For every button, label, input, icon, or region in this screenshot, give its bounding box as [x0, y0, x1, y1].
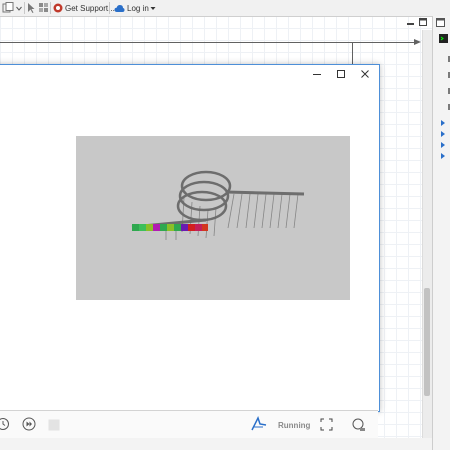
minimize-icon[interactable] [306, 65, 328, 83]
scrollbar-thumb[interactable] [424, 288, 430, 396]
camera-icon[interactable] [352, 418, 366, 434]
step-icon[interactable] [22, 417, 36, 433]
get-support-label: Get Support... [65, 3, 115, 13]
status-strip [0, 438, 432, 450]
main-toolbar: Get Support... Log in [0, 0, 450, 17]
right-side-panel [432, 16, 450, 450]
panel-window-icon[interactable] [436, 18, 446, 30]
run-mode-icon[interactable] [250, 416, 268, 434]
login-label: Log in [127, 3, 149, 13]
pointer-icon[interactable] [26, 2, 36, 14]
minimize-panel-icon[interactable] [407, 18, 415, 28]
fullscreen-icon[interactable] [320, 418, 333, 433]
expand-arrow-icon[interactable] [441, 142, 445, 148]
support-icon [53, 3, 63, 13]
stop-icon[interactable] [48, 419, 60, 433]
connector-arrowhead [414, 39, 421, 45]
expand-arrow-icon[interactable] [441, 131, 445, 137]
toolbar-divider [24, 2, 25, 14]
cloud-icon [114, 4, 125, 12]
maximize-panel-icon[interactable] [419, 18, 428, 29]
maximize-icon[interactable] [330, 65, 352, 83]
cube-row [132, 224, 208, 231]
get-support-button[interactable]: Get Support... [53, 2, 115, 14]
console-icon[interactable] [439, 34, 449, 46]
grid-tool-icon[interactable] [38, 2, 50, 14]
toolbar-divider [109, 2, 110, 14]
connector-line-vertical[interactable] [352, 42, 353, 66]
close-icon[interactable] [354, 65, 376, 83]
scene-render [131, 170, 305, 240]
copy-icon[interactable] [2, 2, 16, 14]
expand-arrow-icon[interactable] [441, 120, 445, 126]
chevron-down-icon[interactable] [150, 2, 156, 14]
run-status-label: Running [278, 421, 311, 430]
expand-arrow-icon[interactable] [441, 153, 445, 159]
spiral-track [131, 170, 305, 229]
chevron-down-icon[interactable] [16, 2, 22, 14]
simulation-viewport[interactable] [76, 136, 350, 300]
reset-icon[interactable] [0, 417, 12, 433]
login-button[interactable]: Log in [114, 2, 149, 14]
toolbar-divider [50, 2, 51, 14]
